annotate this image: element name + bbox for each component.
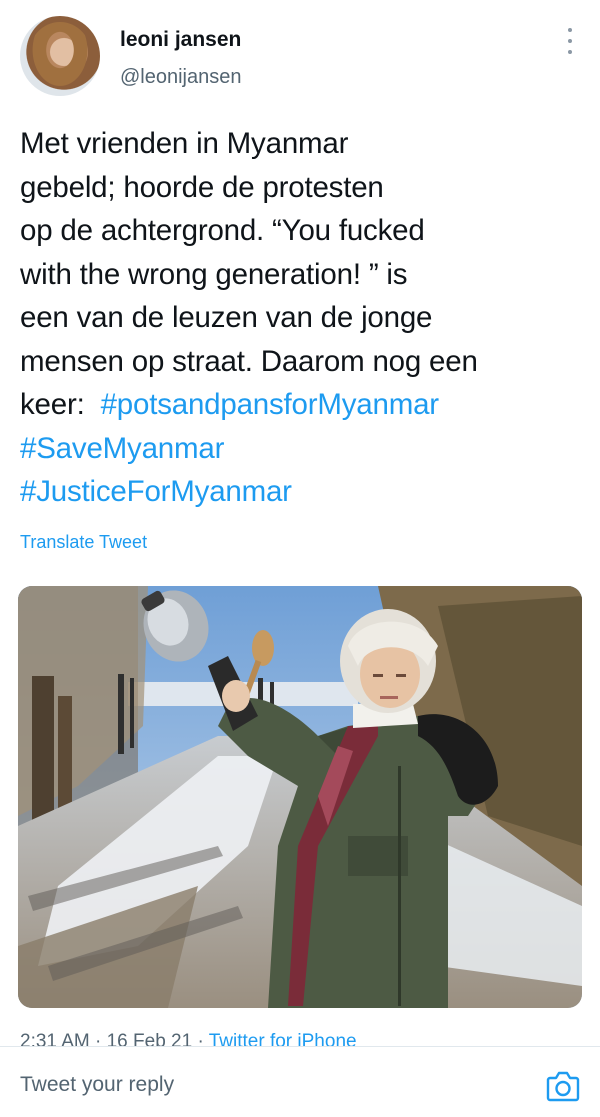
tweet-line: een van de leuzen van de jonge: [20, 301, 433, 334]
tweet-line: mensen op straat. Daarom nog een: [20, 344, 478, 378]
tweet-detail: leoni jansen @leonijansen Met vrienden i…: [0, 0, 600, 1117]
tweet-meta: 2:31 AM · 16 Feb 21 · Twitter for iPhone: [20, 1030, 580, 1046]
avatar-hair: [28, 22, 92, 92]
reply-input[interactable]: [20, 1068, 420, 1102]
tweet-line: Met vrienden in Myanmar: [20, 127, 349, 160]
tweet-date: 16 Feb 21: [106, 1031, 193, 1046]
camera-icon[interactable]: [546, 1070, 580, 1102]
display-name[interactable]: leoni jansen: [120, 28, 241, 52]
avatar[interactable]: [20, 16, 100, 96]
more-vertical-icon[interactable]: [562, 28, 578, 54]
tweet-client-link[interactable]: Twitter for iPhone: [209, 1031, 357, 1046]
tweet-line: with the wrong generation! ” is: [20, 257, 408, 291]
tweet-photo[interactable]: [18, 586, 582, 1008]
divider: [0, 1046, 600, 1047]
hashtag-link[interactable]: #JusticeForMyanmar: [20, 475, 292, 508]
tweet-text: Met vrienden in Myanmar gebeld; hoorde d…: [20, 122, 580, 514]
tweet-time: 2:31 AM: [20, 1031, 90, 1046]
tweet-header: leoni jansen @leonijansen: [0, 0, 600, 110]
tweet-line: keer: #potsandpansforMyanmar: [20, 388, 440, 421]
translate-tweet-link[interactable]: Translate Tweet: [20, 532, 147, 553]
tweet-line: #SaveMyanmar: [20, 427, 580, 471]
tweet-line: #JusticeForMyanmar: [20, 470, 580, 514]
hashtag-link[interactable]: #SaveMyanmar: [20, 432, 224, 465]
tweet-line: gebeld; hoorde de protesten: [20, 170, 384, 204]
user-handle[interactable]: @leonijansen: [120, 66, 242, 89]
hashtag-link[interactable]: #potsandpansforMyanmar: [101, 388, 440, 421]
tweet-line: op de achtergrond. “You fucked: [20, 214, 425, 247]
photo-illustration: [18, 586, 582, 1008]
